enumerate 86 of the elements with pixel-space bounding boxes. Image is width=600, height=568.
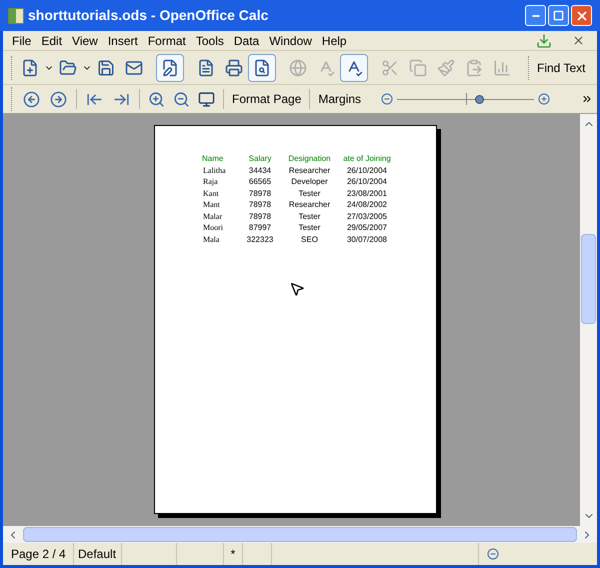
close-icon bbox=[574, 8, 588, 22]
new-document-icon bbox=[21, 58, 39, 76]
table-cell-text: SEO bbox=[300, 234, 319, 245]
table-cell-text: 29/05/2007 bbox=[346, 222, 388, 234]
table-cell-text: 78978 bbox=[248, 199, 272, 210]
table-cell-text: Mala bbox=[202, 234, 220, 245]
table-cell-text: Developer bbox=[290, 176, 329, 188]
edit-file-icon bbox=[161, 58, 179, 76]
vertical-scrollbar[interactable] bbox=[580, 114, 597, 526]
table-cell-text: 27/03/2005 bbox=[346, 210, 388, 222]
zoom-out-icon[interactable] bbox=[381, 93, 394, 105]
zoom-out-icon[interactable] bbox=[487, 548, 499, 560]
horizontal-scrollbar[interactable] bbox=[3, 526, 597, 543]
table-cell-text: Researcher bbox=[288, 164, 332, 176]
edit-file-button[interactable] bbox=[156, 54, 184, 82]
zoom-out-icon[interactable] bbox=[173, 90, 190, 108]
table-cell-text: Moori bbox=[202, 222, 224, 234]
page-preview-button[interactable] bbox=[248, 54, 276, 82]
table-cell-text: 24/08/2002 bbox=[346, 199, 388, 210]
scroll-thumb[interactable] bbox=[581, 234, 596, 324]
table-cell-text: 23/08/2001 bbox=[346, 188, 388, 199]
zoom-in-icon[interactable] bbox=[148, 90, 165, 108]
paste-icon bbox=[465, 58, 483, 76]
table-cell-text: Malar bbox=[202, 210, 224, 222]
table-cell-text: Researcher bbox=[288, 199, 332, 210]
column-header: Name bbox=[201, 153, 224, 164]
menu-item[interactable]: Help bbox=[316, 32, 352, 50]
status-text: Page 2 / 4 bbox=[11, 546, 66, 563]
table-cell-text: Tester bbox=[298, 188, 322, 199]
maximize-icon bbox=[553, 10, 564, 21]
spreadsheet-app-icon bbox=[8, 8, 24, 24]
cut-icon bbox=[381, 58, 399, 76]
status-text: Default bbox=[78, 546, 116, 563]
table-cell-text: 78978 bbox=[248, 188, 272, 199]
table-cell-text: Kant bbox=[202, 188, 220, 199]
table-cell-text: 66565 bbox=[248, 176, 272, 188]
copy-icon bbox=[409, 58, 427, 76]
print-icon bbox=[225, 58, 243, 76]
format-page-button[interactable]: Format Page bbox=[228, 90, 306, 108]
next-page-icon[interactable] bbox=[50, 90, 67, 108]
toolbar-overflow-icon[interactable] bbox=[581, 93, 593, 105]
minimize-button[interactable] bbox=[525, 5, 546, 26]
menu-item[interactable]: Window bbox=[264, 32, 317, 50]
table-cell-text: 34434 bbox=[248, 164, 272, 176]
menu-item[interactable]: Edit bbox=[36, 32, 68, 50]
table-cell-text: Mant bbox=[202, 199, 221, 210]
maximize-button[interactable] bbox=[548, 5, 569, 26]
column-header: Designation bbox=[287, 153, 332, 164]
table-cell-text: 87997 bbox=[248, 222, 272, 234]
save-icon bbox=[97, 58, 115, 76]
menu-item[interactable]: Insert bbox=[102, 32, 143, 50]
window-title: shorttutorials.ods - OpenOffice Calc bbox=[28, 6, 270, 25]
page-preview-icon bbox=[253, 58, 271, 76]
table-cell-text: 30/07/2008 bbox=[346, 234, 388, 245]
table-cell-text: 26/10/2004 bbox=[346, 176, 388, 188]
table-cell-text: Raja bbox=[202, 176, 219, 188]
margins-button[interactable]: Margins bbox=[314, 90, 366, 108]
scroll-thumb[interactable] bbox=[23, 527, 577, 542]
menu-item[interactable]: Data bbox=[228, 32, 264, 50]
open-folder-icon bbox=[59, 58, 77, 76]
table-cell-text: 78978 bbox=[248, 210, 272, 222]
previous-page-icon[interactable] bbox=[23, 90, 40, 108]
chart-icon bbox=[493, 58, 511, 76]
table-cell-text: 322323 bbox=[246, 234, 274, 245]
brush-icon bbox=[437, 58, 455, 76]
mail-icon bbox=[125, 58, 143, 76]
close-button[interactable] bbox=[571, 5, 592, 26]
table-cell-text: Tester bbox=[298, 222, 322, 234]
menu-item[interactable]: View bbox=[67, 32, 103, 50]
slider-thumb[interactable] bbox=[475, 94, 484, 104]
zoom-slider[interactable] bbox=[397, 93, 534, 105]
globe-icon bbox=[289, 58, 307, 76]
table-cell-text: Tester bbox=[298, 210, 322, 222]
auto-spellcheck-button[interactable] bbox=[340, 54, 368, 82]
table-cell-text: 26/10/2004 bbox=[346, 164, 388, 176]
menu-item[interactable]: Format bbox=[142, 32, 191, 50]
menu-item[interactable]: File bbox=[7, 32, 36, 50]
status-text: * bbox=[230, 546, 236, 563]
find-text-button[interactable]: Find Text bbox=[533, 58, 590, 76]
column-header: ate of Joining bbox=[342, 153, 392, 164]
table-cell-text: Lalitha bbox=[202, 164, 227, 176]
zoom-in-icon[interactable] bbox=[538, 93, 550, 105]
mouse-cursor-icon bbox=[289, 281, 305, 297]
column-header: Salary bbox=[248, 153, 272, 164]
close-document-icon[interactable] bbox=[572, 34, 585, 47]
menu-item[interactable]: Tools bbox=[190, 32, 229, 50]
